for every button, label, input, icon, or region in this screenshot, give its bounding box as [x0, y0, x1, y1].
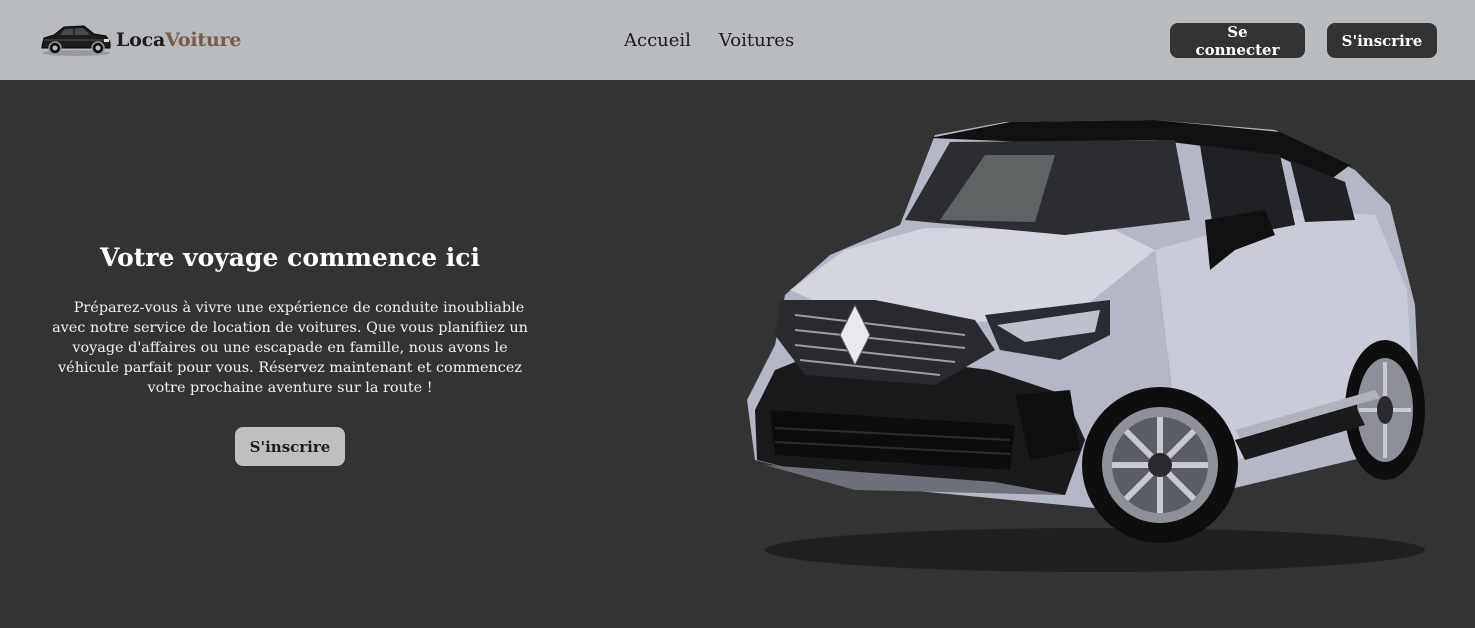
brand-logo[interactable]: LocaVoiture [40, 20, 242, 60]
navbar: LocaVoiture Accueil Voitures Se connecte… [0, 0, 1475, 80]
nav-link-accueil[interactable]: Accueil [624, 30, 691, 52]
nav-link-voitures[interactable]: Voitures [719, 30, 794, 52]
hero-description: Préparez-vous à vivre une expérience de … [52, 300, 528, 396]
hero-car-image [735, 110, 1435, 590]
signup-button[interactable]: S'inscrire [1327, 23, 1437, 58]
brand-name-part2: Voiture [165, 29, 242, 51]
brand-name-part1: Loca [116, 29, 166, 51]
car-icon [41, 25, 111, 56]
hero-section: Votre voyage commence ici Préparez-vous … [45, 240, 535, 398]
brand-name: LocaVoiture [116, 29, 242, 51]
hero-title: Votre voyage commence ici [99, 243, 481, 272]
hero-signup-button[interactable]: S'inscrire [235, 427, 345, 466]
main-nav: Accueil Voitures [624, 30, 794, 52]
suv-car-image [747, 120, 1425, 572]
login-button[interactable]: Se connecter [1170, 23, 1305, 59]
